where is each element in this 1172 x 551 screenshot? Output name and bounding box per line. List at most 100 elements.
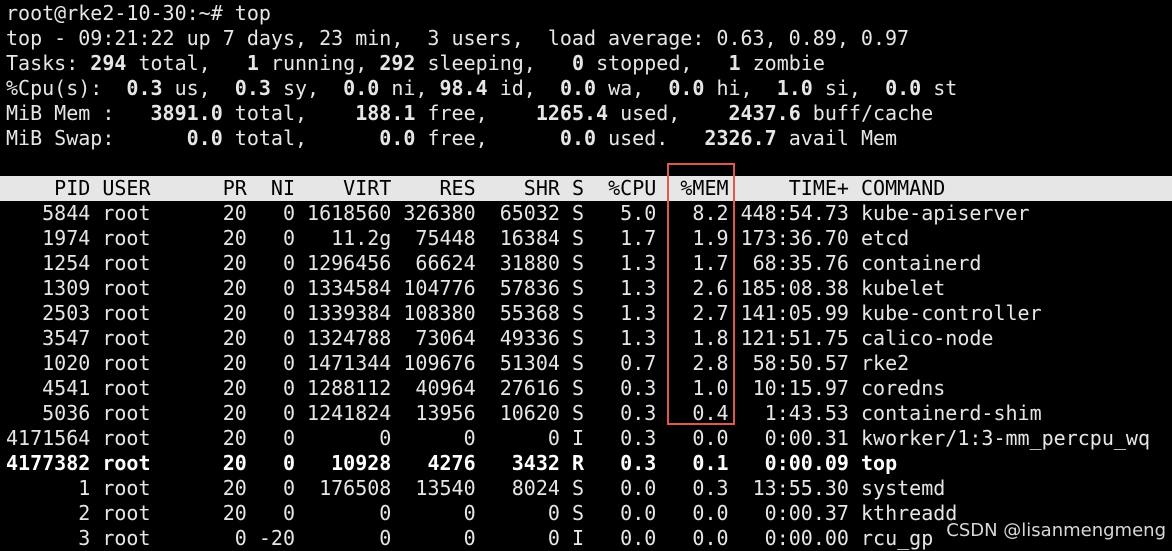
cell-pid: 4177382	[6, 451, 91, 475]
table-row: 1254 root 20 0 1296456 66624 31880 S 1.3…	[6, 251, 1172, 276]
cell-ni: 0	[246, 501, 296, 525]
cell-virt: 11.2g	[295, 226, 392, 250]
cell-cpu: 1.3	[584, 301, 657, 325]
cell-virt: 10928	[295, 451, 392, 475]
table-row: 3547 root 20 0 1324788 73064 49336 S 1.3…	[6, 326, 1172, 351]
cell-mem: 0.0	[656, 526, 729, 550]
summary-segment: 0.3	[126, 76, 163, 100]
summary-segment: si,	[812, 76, 886, 100]
cell-user: root	[90, 501, 211, 525]
cell-res: 73064	[391, 326, 476, 350]
cell-res: 109676	[391, 351, 476, 375]
cell-user: root	[90, 251, 211, 275]
cell-pid: 5036	[6, 401, 91, 425]
column-header-s: S	[559, 176, 585, 200]
cell-cmd: kworker/1:3-mm_percpu_wq	[848, 426, 1150, 450]
table-row: 1974 root 20 0 11.2g 75448 16384 S 1.7 1…	[6, 226, 1172, 251]
cell-pr: 20	[210, 226, 247, 250]
column-header-cmd: COMMAND	[848, 176, 946, 200]
cell-cpu: 1.7	[584, 226, 657, 250]
cell-time: 68:35.76	[728, 251, 849, 275]
cell-res: 326380	[391, 201, 476, 225]
cell-pr: 20	[210, 326, 247, 350]
summary-segment: Tasks:	[6, 51, 91, 75]
cell-ni: 0	[246, 451, 296, 475]
cell-s: S	[559, 251, 585, 275]
cell-time: 10:15.97	[728, 376, 849, 400]
cell-time: 173:36.70	[728, 226, 849, 250]
summary-segment: buff/cache	[800, 101, 934, 125]
cell-cmd: kube-controller	[848, 301, 1042, 325]
column-header-ni: NI	[246, 176, 296, 200]
cell-ni: 0	[246, 401, 296, 425]
cell-user: root	[90, 526, 211, 550]
column-header-user: USER	[90, 176, 211, 200]
table-row: 1309 root 20 0 1334584 104776 57836 S 1.…	[6, 276, 1172, 301]
cell-pr: 20	[210, 451, 247, 475]
cell-pid: 1974	[6, 226, 91, 250]
cell-pid: 5844	[6, 201, 91, 225]
cell-pid: 4171564	[6, 426, 91, 450]
cell-virt: 1241824	[295, 401, 392, 425]
cell-mem: 0.0	[656, 501, 729, 525]
table-row: 4177382 root 20 0 10928 4276 3432 R 0.3 …	[6, 451, 1172, 476]
summary-segment: MiB Mem :	[6, 101, 151, 125]
cell-s: R	[559, 451, 585, 475]
cell-pid: 1020	[6, 351, 91, 375]
cell-cmd: etcd	[848, 226, 910, 250]
cell-ni: 0	[246, 376, 296, 400]
summary-segment: 294	[90, 51, 127, 75]
cell-user: root	[90, 276, 211, 300]
cell-cmd: coredns	[848, 376, 946, 400]
cell-cpu: 0.3	[584, 376, 657, 400]
mem-line: MiB Mem : 3891.0 total, 188.1 free, 1265…	[6, 101, 1172, 126]
cell-cpu: 0.3	[584, 451, 657, 475]
cell-cmd: top	[848, 451, 898, 475]
cell-time: 0:00.09	[728, 451, 849, 475]
summary-segment: wa,	[596, 76, 669, 100]
terminal[interactable]: root@rke2-10-30:~# top top - 09:21:22 up…	[0, 1, 1172, 551]
cell-s: I	[559, 526, 585, 550]
summary-segment: 0.0	[186, 126, 223, 150]
cell-res: 104776	[391, 276, 476, 300]
summary-segment: 2437.6	[728, 101, 801, 125]
cell-pr: 20	[210, 201, 247, 225]
cell-mem: 0.3	[656, 476, 729, 500]
summary-segment: st	[921, 76, 958, 100]
summary-segment: 0.0	[559, 76, 597, 100]
cell-cmd: kubelet	[848, 276, 946, 300]
cell-pid: 1309	[6, 276, 91, 300]
cell-time: 13:55.30	[728, 476, 849, 500]
cell-shr: 3432	[475, 451, 560, 475]
column-header-pr: PR	[210, 176, 247, 200]
cell-res: 0	[391, 526, 476, 550]
summary-segment: free,	[415, 101, 536, 125]
cell-pid: 3	[6, 526, 91, 550]
cell-pid: 3547	[6, 326, 91, 350]
cell-user: root	[90, 226, 211, 250]
column-header-shr: SHR	[475, 176, 560, 200]
summary-segment: running,	[258, 51, 380, 75]
cell-pr: 20	[210, 501, 247, 525]
summary-segment: 188.1	[355, 101, 416, 125]
cell-user: root	[90, 301, 211, 325]
cell-ni: 0	[246, 276, 296, 300]
summary-segment: total,	[126, 51, 247, 75]
summary-segment: free,	[415, 126, 560, 150]
cell-time: 0:00.00	[728, 526, 849, 550]
cell-shr: 0	[475, 526, 560, 550]
summary-segment: sleeping,	[415, 51, 572, 75]
cell-res: 75448	[391, 226, 476, 250]
cell-cpu: 0.0	[584, 501, 657, 525]
cell-ni: 0	[246, 226, 296, 250]
cell-user: root	[90, 376, 211, 400]
tasks-line: Tasks: 294 total, 1 running, 292 sleepin…	[6, 51, 1172, 76]
column-header-time: TIME+	[728, 176, 849, 200]
cell-pr: 20	[210, 301, 247, 325]
summary-segment: %Cpu(s):	[6, 76, 127, 100]
cell-shr: 57836	[475, 276, 560, 300]
cell-user: root	[90, 426, 211, 450]
cell-pid: 1	[6, 476, 91, 500]
cell-user: root	[90, 201, 211, 225]
